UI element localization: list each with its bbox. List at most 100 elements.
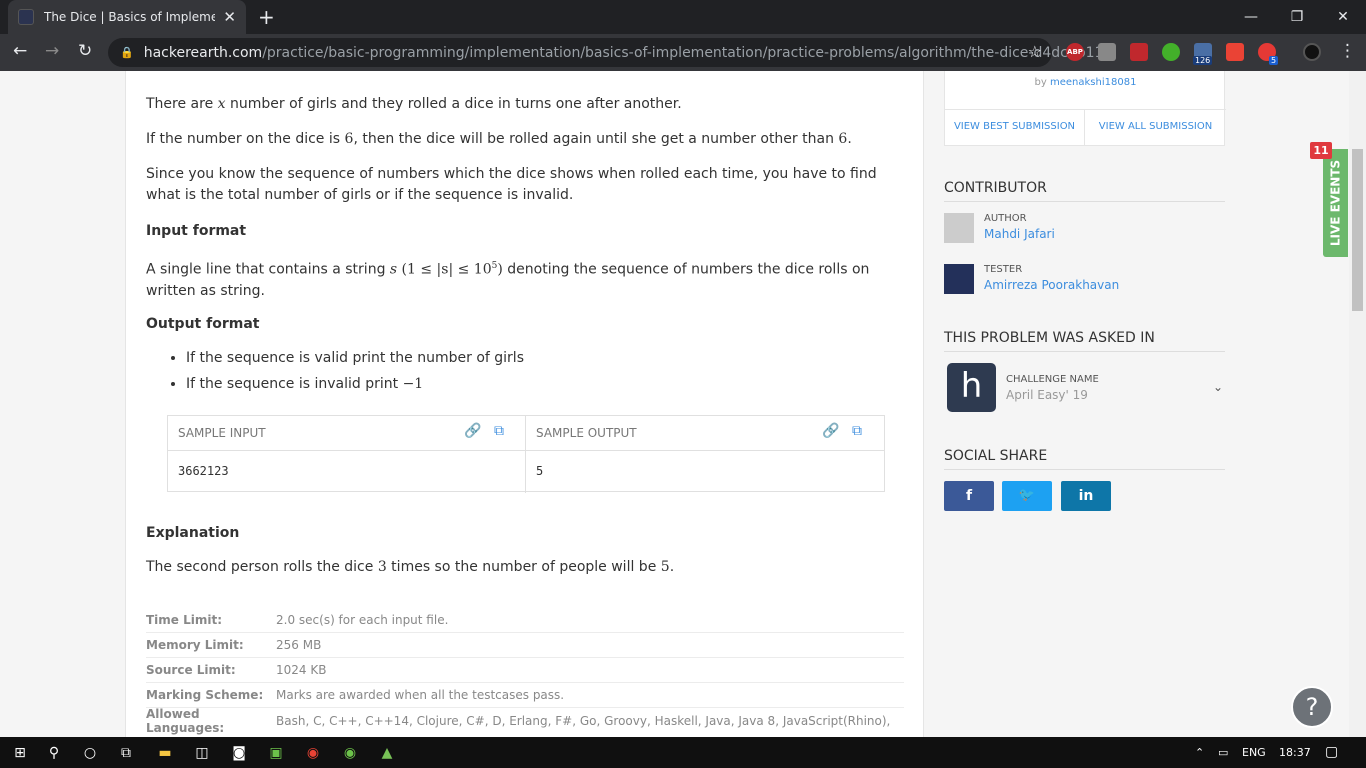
input-format-text: A single line that contains a string s (… xyxy=(146,256,906,302)
address-bar-row: ← → ↻ 🔒 hackerearth.com /practice/basic-… xyxy=(0,34,1366,71)
window-close-icon[interactable]: ✕ xyxy=(1320,0,1366,34)
math-num: 3 xyxy=(377,559,387,575)
tester-entry: TESTER Amirreza Poorakhavan xyxy=(944,264,1225,296)
hackerearth-favicon-icon xyxy=(18,9,34,25)
copy-icon[interactable]: ⧉ xyxy=(852,423,862,439)
back-icon[interactable]: ← xyxy=(13,41,27,61)
sample-input-column: SAMPLE INPUT 🔗 ⧉ 3662123 xyxy=(168,416,526,493)
reroll-text: If the number on the dice is xyxy=(146,131,345,147)
byline-user-link[interactable]: meenakshi18081 xyxy=(1050,77,1136,88)
problem-intro: There are x number of girls and they rol… xyxy=(146,94,906,115)
twitter-share-button[interactable]: 🐦 xyxy=(1002,481,1052,511)
menu-kebab-icon[interactable]: ⋮ xyxy=(1339,41,1356,61)
expl-text: . xyxy=(669,559,675,575)
tray-chevron-icon[interactable]: ⌃ xyxy=(1195,746,1204,759)
list-item: If the sequence is valid print the numbe… xyxy=(186,348,524,374)
android-icon[interactable]: ▲ xyxy=(377,743,397,763)
camera-icon[interactable]: ◙ xyxy=(229,743,249,763)
bookmark-star-icon[interactable]: ☆ xyxy=(1028,42,1042,61)
task-view-icon[interactable]: ⧉ xyxy=(116,743,136,763)
sample-output-label: SAMPLE OUTPUT xyxy=(536,426,637,440)
problem-panel: There are x number of girls and they rol… xyxy=(125,71,924,737)
limit-value: 256 MB xyxy=(276,638,322,652)
limit-value: Marks are awarded when all the testcases… xyxy=(276,688,565,702)
url-path: /practice/basic-programming/implementati… xyxy=(262,44,1109,61)
utorrent-icon[interactable]: ◉ xyxy=(340,743,360,763)
tab-title: The Dice | Basics of Implementati xyxy=(44,10,216,24)
tester-role: TESTER xyxy=(984,264,1023,275)
chrome-icon[interactable]: ◉ xyxy=(303,743,323,763)
sample-io-table: SAMPLE INPUT 🔗 ⧉ 3662123 SAMPLE OUTPUT 🔗… xyxy=(167,415,885,493)
scrollbar[interactable] xyxy=(1349,71,1366,737)
extension-r-icon[interactable] xyxy=(1098,43,1116,61)
extension-google-icon[interactable] xyxy=(1226,43,1244,61)
new-tab-icon[interactable]: + xyxy=(258,5,275,29)
math-num: 6 xyxy=(838,131,848,147)
math-num: 5 xyxy=(660,559,670,575)
contributor-heading: CONTRIBUTOR xyxy=(944,180,1225,202)
tester-name-link[interactable]: Amirreza Poorakhavan xyxy=(984,278,1119,292)
challenge-dropdown[interactable]: h CHALLENGE NAME April Easy' 19 ⌄ xyxy=(944,360,1225,412)
scrollbar-thumb[interactable] xyxy=(1352,149,1363,311)
limits-table: Time Limit: 2.0 sec(s) for each input fil… xyxy=(146,608,904,735)
copy-icon[interactable]: ⧉ xyxy=(494,423,504,439)
challenge-name: April Easy' 19 xyxy=(1006,388,1088,402)
adblock-icon[interactable]: ABP xyxy=(1066,43,1084,61)
forward-icon[interactable]: → xyxy=(45,41,59,61)
avatar[interactable] xyxy=(944,213,974,243)
intro-text: number of girls and they rolled a dice i… xyxy=(225,96,682,112)
byline-prefix: by xyxy=(1034,77,1050,88)
link-icon[interactable]: 🔗 xyxy=(822,423,839,439)
math-constraint: (1 ≤ |s| ≤ 10 xyxy=(397,261,492,278)
live-events-tab[interactable]: LIVE EVENTS xyxy=(1323,149,1348,257)
author-name-link[interactable]: Mahdi Jafari xyxy=(984,227,1055,241)
file-explorer-icon[interactable]: ▬ xyxy=(155,743,175,763)
language-indicator[interactable]: ENG xyxy=(1242,746,1266,759)
extension-red-icon[interactable] xyxy=(1130,43,1148,61)
output-bullets: If the sequence is valid print the numbe… xyxy=(166,348,524,400)
cortana-icon[interactable]: ○ xyxy=(80,743,100,763)
asked-in-heading: THIS PROBLEM WAS ASKED IN xyxy=(944,330,1225,352)
notification-icon[interactable]: ▢ xyxy=(1325,744,1338,760)
page-content: There are x number of girls and they rol… xyxy=(0,71,1366,737)
limit-value: 2.0 sec(s) for each input file. xyxy=(276,613,449,627)
profile-avatar[interactable] xyxy=(1303,43,1321,61)
sample-input-header: SAMPLE INPUT 🔗 ⧉ xyxy=(168,416,525,451)
url-input[interactable]: 🔒 hackerearth.com /practice/basic-progra… xyxy=(108,38,1108,67)
extension-check-icon[interactable] xyxy=(1162,43,1180,61)
windows-start-icon[interactable]: ⊞ xyxy=(10,743,30,763)
restore-icon[interactable]: ❐ xyxy=(1274,0,1320,34)
browser-tab-bar: The Dice | Basics of Implementati ✕ + — … xyxy=(0,0,1366,34)
app-green-icon[interactable]: ▣ xyxy=(266,743,286,763)
url-host: hackerearth.com xyxy=(143,44,263,61)
table-row: Source Limit: 1024 KB xyxy=(146,658,904,683)
link-icon[interactable]: 🔗 xyxy=(464,423,481,439)
help-button[interactable]: ? xyxy=(1291,686,1333,728)
minimize-icon[interactable]: — xyxy=(1228,0,1274,34)
limit-key: Memory Limit: xyxy=(146,638,244,652)
sample-output-header: SAMPLE OUTPUT 🔗 ⧉ xyxy=(526,416,884,451)
table-row: Time Limit: 2.0 sec(s) for each input fil… xyxy=(146,608,904,633)
problem-task: Since you know the sequence of numbers w… xyxy=(146,166,877,203)
linkedin-share-button[interactable]: in xyxy=(1061,481,1111,511)
store-icon[interactable]: ◫ xyxy=(192,743,212,763)
tab-close-icon[interactable]: ✕ xyxy=(223,8,236,26)
view-all-submission-button[interactable]: VIEW ALL SUBMISSION xyxy=(1085,109,1226,145)
facebook-share-button[interactable]: f xyxy=(944,481,994,511)
view-best-submission-button[interactable]: VIEW BEST SUBMISSION xyxy=(945,109,1085,145)
windows-taskbar: ⊞ ⚲ ○ ⧉ ▬ ◫ ◙ ▣ ◉ ◉ ▲ ⌃ ▭ ENG 18:37 ▢ xyxy=(0,737,1366,768)
sample-input-value: 3662123 xyxy=(178,464,229,478)
table-row: Marking Scheme: Marks are awarded when al… xyxy=(146,683,904,708)
math-var: x xyxy=(217,96,226,112)
limit-key: Marking Scheme: xyxy=(146,688,264,702)
limit-value: Bash, C, C++, C++14, Clojure, C#, D, Erl… xyxy=(276,713,891,728)
battery-icon[interactable]: ▭ xyxy=(1218,746,1228,759)
challenge-label: CHALLENGE NAME xyxy=(1006,374,1099,385)
browser-tab[interactable]: The Dice | Basics of Implementati ✕ xyxy=(8,0,246,34)
search-icon[interactable]: ⚲ xyxy=(44,743,64,763)
avatar[interactable] xyxy=(944,264,974,294)
chevron-down-icon[interactable]: ⌄ xyxy=(1213,380,1223,394)
reload-icon[interactable]: ↻ xyxy=(78,41,92,61)
expl-text: times so the number of people will be xyxy=(386,559,661,575)
clock[interactable]: 18:37 xyxy=(1279,746,1311,759)
